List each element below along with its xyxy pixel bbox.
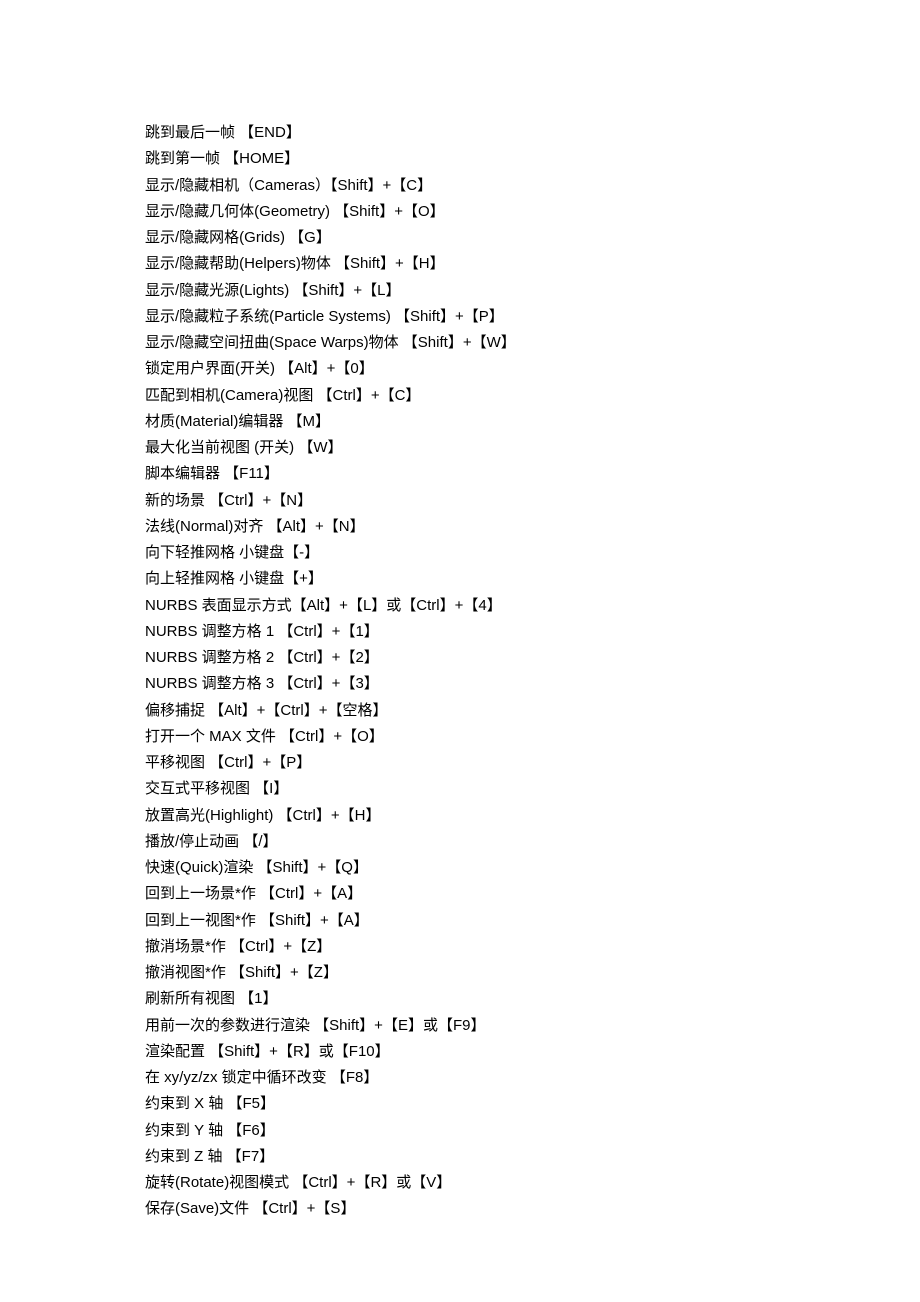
shortcut-item: 撤消场景*作 【Ctrl】+【Z】 — [145, 934, 920, 960]
shortcut-item: 偏移捕捉 【Alt】+【Ctrl】+【空格】 — [145, 698, 920, 724]
shortcut-item: 显示/隐藏粒子系统(Particle Systems) 【Shift】+【P】 — [145, 304, 920, 330]
shortcut-item: NURBS 调整方格 1 【Ctrl】+【1】 — [145, 619, 920, 645]
shortcut-item: 法线(Normal)对齐 【Alt】+【N】 — [145, 514, 920, 540]
shortcut-list: 跳到最后一帧 【END】 跳到第一帧 【HOME】 显示/隐藏相机（Camera… — [145, 120, 920, 1223]
shortcut-item: 跳到最后一帧 【END】 — [145, 120, 920, 146]
shortcut-item: 显示/隐藏几何体(Geometry) 【Shift】+【O】 — [145, 199, 920, 225]
shortcut-item: 向上轻推网格 小键盘【+】 — [145, 566, 920, 592]
shortcut-item: 用前一次的参数进行渲染 【Shift】+【E】或【F9】 — [145, 1013, 920, 1039]
shortcut-item: NURBS 表面显示方式【Alt】+【L】或【Ctrl】+【4】 — [145, 593, 920, 619]
shortcut-item: 放置高光(Highlight) 【Ctrl】+【H】 — [145, 803, 920, 829]
shortcut-item: 显示/隐藏相机（Cameras）【Shift】+【C】 — [145, 173, 920, 199]
shortcut-item: 向下轻推网格 小键盘【-】 — [145, 540, 920, 566]
shortcut-item: 快速(Quick)渲染 【Shift】+【Q】 — [145, 855, 920, 881]
shortcut-item: 回到上一场景*作 【Ctrl】+【A】 — [145, 881, 920, 907]
shortcut-item: 材质(Material)编辑器 【M】 — [145, 409, 920, 435]
shortcut-item: 最大化当前视图 (开关) 【W】 — [145, 435, 920, 461]
shortcut-item: 交互式平移视图 【I】 — [145, 776, 920, 802]
shortcut-item: 显示/隐藏光源(Lights) 【Shift】+【L】 — [145, 278, 920, 304]
shortcut-item: 回到上一视图*作 【Shift】+【A】 — [145, 908, 920, 934]
shortcut-item: 约束到 Z 轴 【F7】 — [145, 1144, 920, 1170]
shortcut-item: 跳到第一帧 【HOME】 — [145, 146, 920, 172]
shortcut-item: NURBS 调整方格 3 【Ctrl】+【3】 — [145, 671, 920, 697]
shortcut-item: 播放/停止动画 【/】 — [145, 829, 920, 855]
shortcut-item: 锁定用户界面(开关) 【Alt】+【0】 — [145, 356, 920, 382]
shortcut-item: 撤消视图*作 【Shift】+【Z】 — [145, 960, 920, 986]
shortcut-item: 打开一个 MAX 文件 【Ctrl】+【O】 — [145, 724, 920, 750]
shortcut-item: 旋转(Rotate)视图模式 【Ctrl】+【R】或【V】 — [145, 1170, 920, 1196]
shortcut-item: 显示/隐藏空间扭曲(Space Warps)物体 【Shift】+【W】 — [145, 330, 920, 356]
shortcut-item: 约束到 Y 轴 【F6】 — [145, 1118, 920, 1144]
shortcut-item: 刷新所有视图 【1】 — [145, 986, 920, 1012]
shortcut-item: 约束到 X 轴 【F5】 — [145, 1091, 920, 1117]
shortcut-item: 新的场景 【Ctrl】+【N】 — [145, 488, 920, 514]
shortcut-item: 渲染配置 【Shift】+【R】或【F10】 — [145, 1039, 920, 1065]
shortcut-item: 匹配到相机(Camera)视图 【Ctrl】+【C】 — [145, 383, 920, 409]
shortcut-item: 平移视图 【Ctrl】+【P】 — [145, 750, 920, 776]
shortcut-item: 显示/隐藏网格(Grids) 【G】 — [145, 225, 920, 251]
shortcut-item: NURBS 调整方格 2 【Ctrl】+【2】 — [145, 645, 920, 671]
shortcut-item: 在 xy/yz/zx 锁定中循环改变 【F8】 — [145, 1065, 920, 1091]
shortcut-item: 显示/隐藏帮助(Helpers)物体 【Shift】+【H】 — [145, 251, 920, 277]
shortcut-item: 保存(Save)文件 【Ctrl】+【S】 — [145, 1196, 920, 1222]
shortcut-item: 脚本编辑器 【F11】 — [145, 461, 920, 487]
